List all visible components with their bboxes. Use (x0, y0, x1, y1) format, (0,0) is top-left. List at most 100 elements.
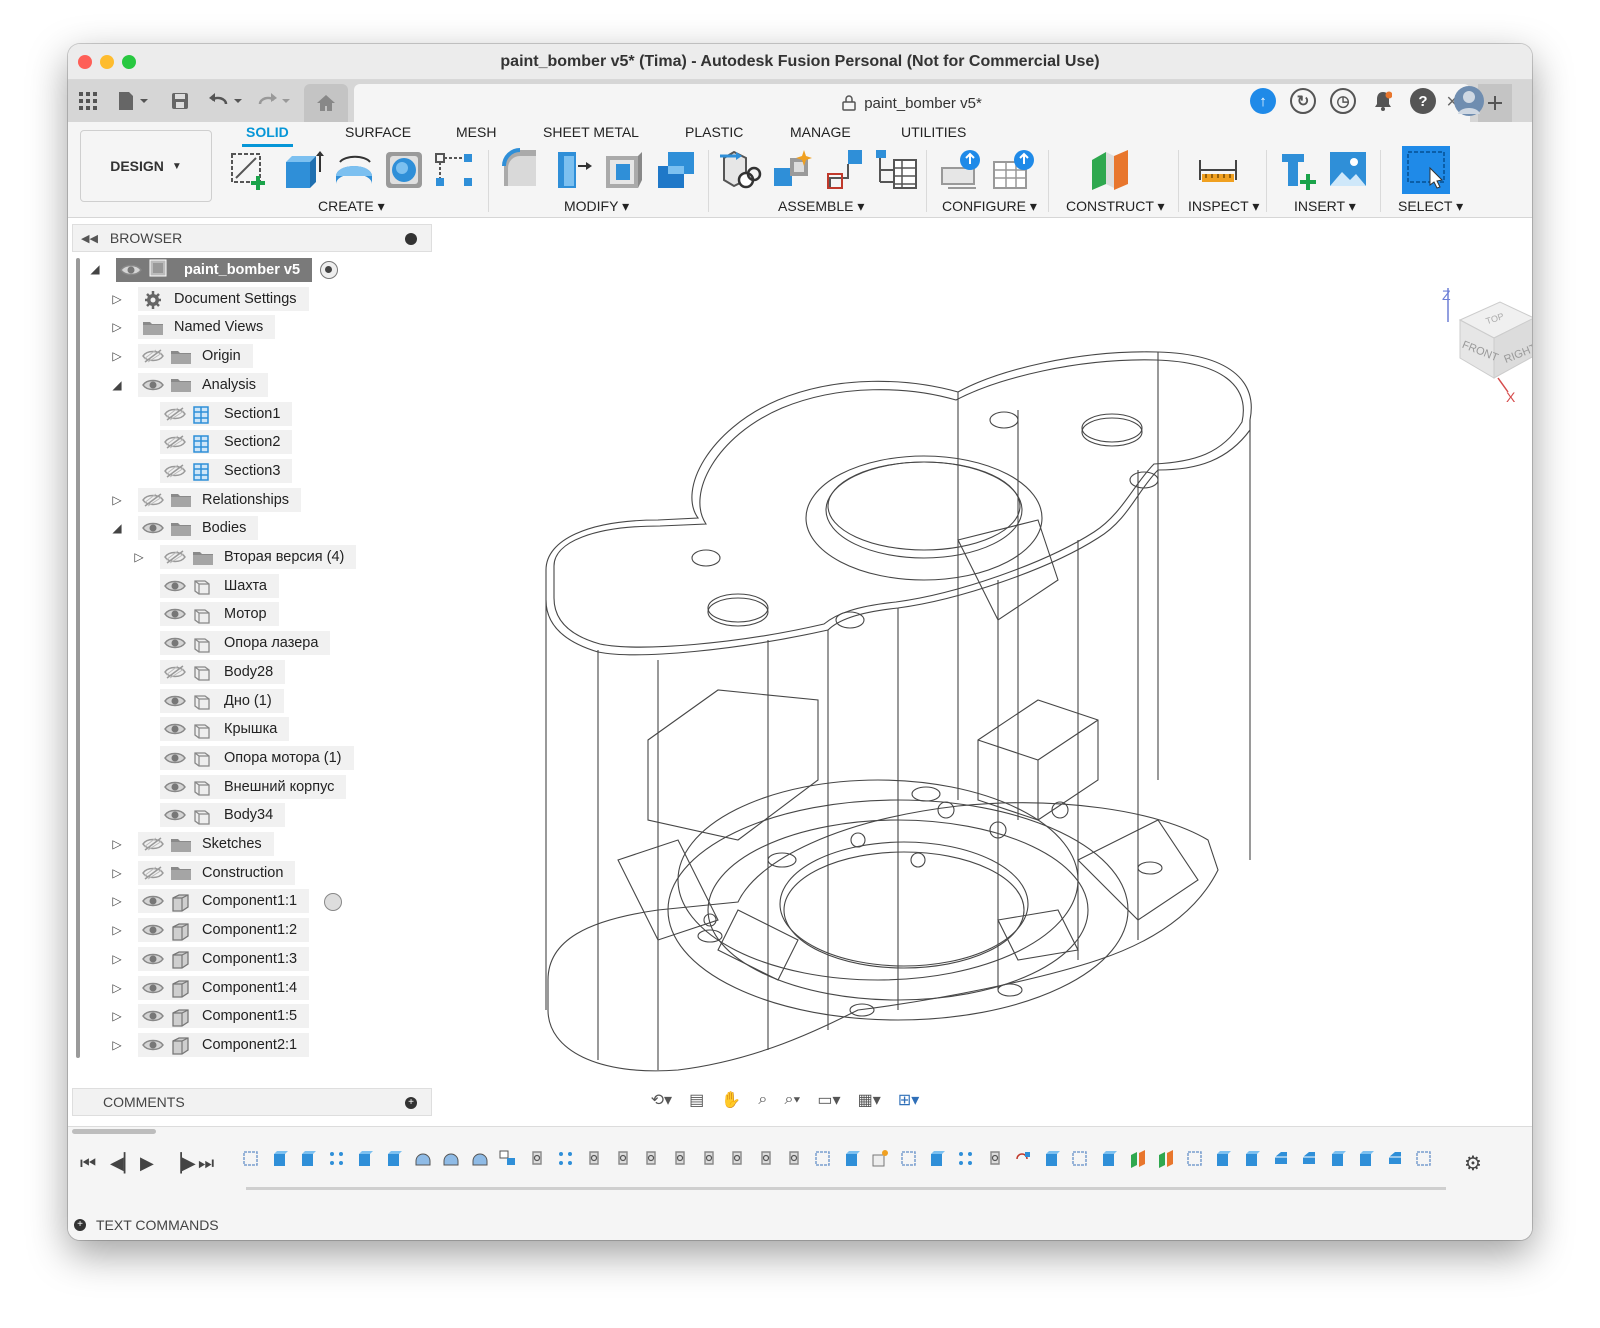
chamfer-icon[interactable] (602, 148, 646, 192)
visibility-eye-icon[interactable] (142, 866, 164, 880)
joint-icon[interactable] (718, 148, 762, 192)
visibility-eye-icon[interactable] (142, 981, 164, 995)
fit-zoom-icon[interactable]: ⌕▾ (785, 1091, 801, 1109)
browser-item[interactable]: Component2:1 (138, 1032, 310, 1057)
timeline-feature-icon[interactable] (642, 1149, 660, 1169)
insert-menu[interactable]: INSERT ▾ (1294, 198, 1356, 215)
expand-arrow-icon[interactable]: ▷ (132, 550, 146, 564)
extrude-icon[interactable] (280, 148, 324, 192)
configuration-table-icon[interactable] (992, 148, 1036, 192)
timeline-last-icon[interactable]: ⏭ (198, 1153, 214, 1174)
timeline-feature-icon[interactable] (385, 1149, 403, 1169)
browser-item[interactable]: Document Settings (138, 286, 309, 311)
create-sketch-icon[interactable] (228, 148, 272, 192)
tab-plastic[interactable]: PLASTIC (681, 122, 747, 144)
expand-arrow-icon[interactable]: ▷ (110, 349, 124, 363)
timeline-feature-icon[interactable] (1300, 1149, 1318, 1169)
browser-item[interactable]: Origin (138, 344, 253, 369)
timeline-feature-icon[interactable] (557, 1149, 575, 1169)
browser-item[interactable]: Внешний корпус (160, 774, 347, 799)
timeline-feature-icon[interactable] (785, 1149, 803, 1169)
expand-arrow-icon[interactable]: ▷ (110, 292, 124, 306)
timeline-feature-icon[interactable] (728, 1149, 746, 1169)
close-window-button[interactable] (78, 55, 92, 69)
zoom-window-icon[interactable]: ⌕ (758, 1091, 767, 1109)
press-pull-icon[interactable] (498, 148, 542, 192)
timeline-feature-icon[interactable] (528, 1149, 546, 1169)
browser-root-row[interactable]: paint_bomber v5 (116, 258, 313, 282)
timeline-feature-icon[interactable] (1214, 1149, 1232, 1169)
timeline-feature-icon[interactable] (242, 1149, 260, 1169)
timeline-feature-icon[interactable] (271, 1149, 289, 1169)
visibility-eye-icon[interactable] (164, 694, 186, 708)
visibility-eye-icon[interactable] (164, 636, 186, 650)
timeline-feature-icon[interactable] (1272, 1149, 1290, 1169)
browser-item[interactable]: Component1:5 (138, 1004, 310, 1029)
browser-item[interactable]: Опора мотора (1) (160, 745, 354, 770)
file-menu-icon[interactable] (114, 88, 152, 114)
select-icon[interactable] (1402, 146, 1450, 194)
construct-menu[interactable]: CONSTRUCT ▾ (1066, 198, 1165, 215)
expand-arrow-icon[interactable]: ▷ (110, 320, 124, 334)
visibility-eye-icon[interactable] (164, 808, 186, 822)
browser-item[interactable]: Мотор (160, 602, 279, 627)
timeline-feature-icon[interactable] (414, 1149, 432, 1169)
expand-arrow-icon[interactable]: ◢ (110, 521, 124, 535)
expand-arrow-icon[interactable]: ▷ (110, 894, 124, 908)
timeline-first-icon[interactable]: ⏮ (80, 1153, 96, 1174)
timeline-feature-icon[interactable] (843, 1149, 861, 1169)
notifications-bell-icon[interactable] (1370, 88, 1396, 114)
timeline-feature-icon[interactable] (957, 1149, 975, 1169)
tab-utilities[interactable]: UTILITIES (897, 122, 970, 144)
browser-item[interactable]: Component1:2 (138, 918, 310, 943)
visibility-eye-icon[interactable] (164, 579, 186, 593)
home-tab[interactable] (304, 84, 348, 122)
revolve-icon[interactable] (332, 148, 376, 192)
expand-arrow-icon[interactable]: ▷ (110, 866, 124, 880)
browser-item[interactable]: Крышка (160, 717, 290, 742)
expand-arrow-icon[interactable]: ▷ (110, 923, 124, 937)
browser-item[interactable]: Sketches (138, 832, 274, 856)
browser-item[interactable]: Body34 (160, 803, 286, 828)
visibility-eye-icon[interactable] (142, 837, 164, 851)
timeline-feature-icon[interactable] (871, 1149, 889, 1169)
timeline-feature-icon[interactable] (471, 1149, 489, 1169)
view-cube[interactable]: Z X TOP FRONT RIGHT (1438, 282, 1532, 412)
timeline-feature-icon[interactable] (1129, 1149, 1147, 1169)
browser-item[interactable]: Relationships (138, 487, 302, 512)
minimize-window-button[interactable] (100, 55, 114, 69)
expand-text-commands-icon[interactable]: + (74, 1219, 86, 1231)
activate-component-radio[interactable] (324, 893, 342, 912)
timeline-feature-icon[interactable] (1415, 1149, 1433, 1169)
select-menu[interactable]: SELECT ▾ (1398, 198, 1463, 215)
inspect-menu[interactable]: INSPECT ▾ (1188, 198, 1259, 215)
timeline-settings-gear-icon[interactable]: ⚙ (1464, 1151, 1482, 1176)
timeline-feature-icon[interactable] (614, 1149, 632, 1169)
modify-menu[interactable]: MODIFY ▾ (564, 198, 629, 215)
browser-item[interactable]: Component1:1 (138, 889, 310, 914)
browser-item[interactable]: Component1:4 (138, 975, 310, 1000)
timeline-feature-icon[interactable] (299, 1149, 317, 1169)
extensions-icon[interactable]: ↻ (1290, 88, 1316, 114)
timeline-feature-icon[interactable] (986, 1149, 1004, 1169)
timeline-next-icon[interactable]: ▕▶ (168, 1153, 196, 1174)
tab-solid[interactable]: SOLID (242, 122, 293, 147)
timeline-feature-icon[interactable] (585, 1149, 603, 1169)
expand-arrow-icon[interactable]: ▷ (110, 952, 124, 966)
canvas-viewport[interactable]: Z X TOP FRONT RIGHT (438, 220, 1532, 1126)
measure-icon[interactable] (1196, 148, 1240, 192)
visibility-eye-icon[interactable] (164, 435, 186, 449)
job-status-icon[interactable]: ↑ (1250, 88, 1276, 114)
expand-arrow-icon[interactable]: ◢ (110, 378, 124, 392)
collapse-panel-icon[interactable]: ◀◀ (81, 232, 98, 245)
configure-design-icon[interactable] (940, 148, 984, 192)
new-component-icon[interactable] (770, 148, 814, 192)
timeline-feature-icon[interactable] (442, 1149, 460, 1169)
visibility-eye-icon[interactable] (164, 780, 186, 794)
visibility-eye-icon[interactable] (142, 1009, 164, 1023)
undo-icon[interactable] (206, 88, 246, 114)
timeline-feature-icon[interactable] (328, 1149, 346, 1169)
combine-icon[interactable] (654, 148, 698, 192)
visibility-eye-icon[interactable] (164, 607, 186, 621)
create-menu[interactable]: CREATE ▾ (318, 198, 385, 215)
